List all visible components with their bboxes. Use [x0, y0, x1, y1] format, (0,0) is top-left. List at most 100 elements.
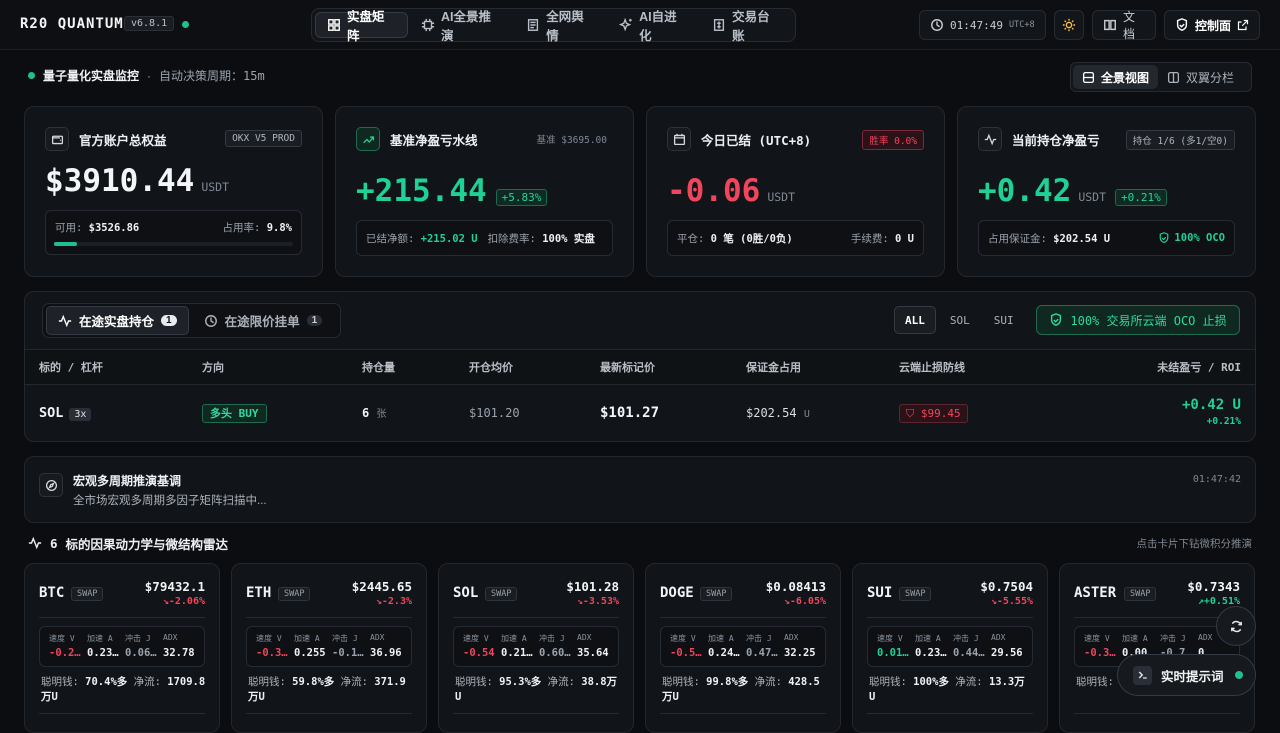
clock-icon	[204, 314, 218, 328]
symbol-price: $0.08413	[765, 579, 826, 594]
flow-info: 聪明钱: 70.4%多 净流: 1709.8万U	[41, 675, 209, 705]
refresh-button[interactable]	[1216, 606, 1256, 646]
col-direction[interactable]: 方向	[202, 350, 224, 385]
metric-label: 冲击 J	[746, 634, 772, 643]
nav-label: AI全景推演	[440, 10, 491, 43]
oco-banner: 100% 交易所云端 OCO 止损	[1036, 305, 1240, 335]
symbol-card-sol[interactable]: SOL SWAP $101.28 ↘-3.53% 速度 V -0.54 加速 A 0.21… 冲…	[438, 563, 634, 733]
row-mark: $101.27	[600, 405, 660, 421]
metric-label: 加速 A	[87, 634, 113, 643]
docs-label: 文档	[1123, 10, 1136, 41]
card-equity: 官方账户总权益 OKX V5 PROD $3910.44 USDT 可用: $35…	[24, 106, 323, 277]
nav-ai-evolve[interactable]: AI自进化	[608, 10, 699, 43]
row-symbol: SOL	[39, 405, 64, 421]
main-nav: 实盘矩阵 AI全景推演 全网舆情 AI自进化 交易台账	[311, 8, 796, 43]
metric-value: 0.06…	[125, 647, 157, 659]
row-leverage: 3x	[69, 408, 92, 421]
commission-value: 0 U	[895, 232, 914, 245]
docs-button[interactable]: 文档	[1092, 10, 1156, 41]
metrics-box: 速度 V -0.54 加速 A 0.21… 冲击 J 0.60… ADX 35.64	[453, 626, 619, 667]
col-pnl[interactable]: 未结盈亏 / ROI	[1157, 350, 1241, 385]
commission-label: 手续费:	[850, 232, 889, 245]
settled-label: 已结净额:	[366, 232, 415, 245]
contract-type: SWAP	[1124, 587, 1157, 601]
col-stop-loss[interactable]: 云端止损防线	[899, 350, 965, 385]
symbol-price: $0.7504	[980, 579, 1033, 594]
open-pnl-unit: USDT	[1078, 190, 1107, 204]
symbol-price: $0.7343	[1187, 579, 1240, 594]
nav-ledger[interactable]: 交易台账	[701, 10, 792, 43]
theme-toggle[interactable]	[1054, 10, 1084, 40]
smart-money-value: 99.8%多	[706, 676, 749, 688]
view-full-button[interactable]: 全景视图	[1073, 65, 1159, 89]
filter-sui[interactable]: SUI	[984, 306, 1024, 334]
nav-sentiment[interactable]: 全网舆情	[515, 10, 606, 43]
metric-label: 冲击 J	[125, 634, 151, 643]
divider	[39, 713, 205, 714]
version-badge: v6.8.1	[124, 16, 175, 31]
symbol-card-sui[interactable]: SUI SWAP $0.7504 ↘-5.55% 速度 V 0.01… 加速 A 0.23… 冲…	[852, 563, 1048, 733]
panel-icon	[1082, 71, 1095, 84]
brand-name[interactable]: R20 QUANTUM	[20, 16, 124, 32]
divider	[453, 617, 619, 618]
metric-label: 速度 V	[463, 634, 489, 643]
table-row[interactable]: SOL 3x 多头 BUY 6 张 $101.20 $101.27 $202.54…	[25, 385, 1255, 442]
positions-panel: 在途实盘持仓 1 在途限价挂单 1 ALL SOL SUI 100% 交易所云端…	[24, 291, 1256, 442]
today-value: -0.06	[667, 173, 761, 209]
clock-tz: UTC+8	[1008, 20, 1035, 30]
symbol-card-btc[interactable]: BTC SWAP $79432.1 ↘-2.06% 速度 V -0.2… 加速 A 0.23……	[24, 563, 220, 733]
contract-type: SWAP	[899, 587, 932, 601]
symbol-name: ETH	[246, 585, 272, 601]
realtime-prompt-button[interactable]: 实时提示词	[1117, 654, 1256, 696]
symbol-card-aster[interactable]: ASTER SWAP $0.7343 ↗+0.51% 速度 V -0.3… 加速 A 0.00…	[1059, 563, 1255, 733]
net-flow-label: 净流:	[547, 676, 575, 688]
metric-label: ADX	[370, 633, 385, 642]
row-roi: +0.21%	[1206, 416, 1241, 427]
nav-ai-sim[interactable]: AI全景推演	[410, 10, 513, 43]
winrate-badge: 胜率 0.0%	[862, 130, 924, 150]
compass-icon	[39, 473, 63, 497]
console-button[interactable]: 控制面	[1164, 10, 1260, 40]
col-margin[interactable]: 保证金占用	[746, 350, 801, 385]
symbol-name: BTC	[39, 585, 65, 601]
view-split-button[interactable]: 双翼分栏	[1158, 65, 1243, 89]
available-label: 可用:	[55, 222, 83, 234]
col-symbol[interactable]: 标的 / 杠杆	[39, 350, 103, 385]
filter-sol[interactable]: SOL	[940, 306, 980, 334]
nav-matrix[interactable]: 实盘矩阵	[315, 10, 408, 43]
metric-value: 0.23…	[87, 647, 119, 659]
col-mark[interactable]: 最新标记价	[600, 350, 655, 385]
divider	[660, 617, 826, 618]
symbol-card-eth[interactable]: ETH SWAP $2445.65 ↘-2.3% 速度 V -0.3… 加速 A 0.255 冲…	[231, 563, 427, 733]
macro-text: 全市场宏观多周期多因子矩阵扫描中...	[73, 495, 267, 507]
metric-label: 加速 A	[501, 634, 527, 643]
net-flow-label: 净流:	[133, 676, 161, 688]
terminal-icon	[1133, 665, 1152, 685]
macro-panel[interactable]: 宏观多周期推演基调 全市场宏观多周期多因子矩阵扫描中... 01:47:42	[24, 456, 1256, 523]
radar-header: 6 标的因果动力学与微结构雷达 点击卡片下钻微积分推演	[28, 534, 1252, 552]
card-title: 今日已结 (UTC+8)	[701, 132, 812, 148]
symbol-name: DOGE	[660, 585, 694, 601]
columns-icon	[1167, 71, 1180, 84]
symbol-card-doge[interactable]: DOGE SWAP $0.08413 ↘-6.05% 速度 V -0.5… 加速 A 0.24…	[645, 563, 841, 733]
metric-value: 35.64	[577, 647, 609, 659]
equity-value: $3910.44	[45, 163, 195, 199]
metric-label: 加速 A	[294, 634, 320, 643]
flow-info: 聪明钱: 95.3%多 净流: 38.8万 U	[455, 675, 623, 705]
filter-all[interactable]: ALL	[894, 306, 936, 334]
usage-bar-fill	[54, 242, 78, 246]
tab-limit-orders[interactable]: 在途限价挂单 1	[193, 306, 334, 335]
col-size[interactable]: 持仓量	[362, 350, 395, 385]
tab-open-positions[interactable]: 在途实盘持仓 1	[46, 306, 189, 335]
smart-money-value: 59.8%多	[292, 676, 335, 688]
col-entry[interactable]: 开仓均价	[469, 350, 513, 385]
oco-status: 100% OCO	[1174, 232, 1225, 244]
divider	[246, 713, 412, 714]
margin-label: 占用保证金:	[988, 232, 1047, 245]
console-label: 控制面	[1195, 18, 1232, 33]
symbol-change: ↘-2.3%	[375, 596, 412, 607]
smart-money-label: 聪明钱:	[248, 676, 286, 688]
calendar-icon	[667, 127, 691, 151]
metric-label: 加速 A	[915, 634, 941, 643]
decision-cycle: 自动决策周期：15m	[159, 69, 265, 83]
